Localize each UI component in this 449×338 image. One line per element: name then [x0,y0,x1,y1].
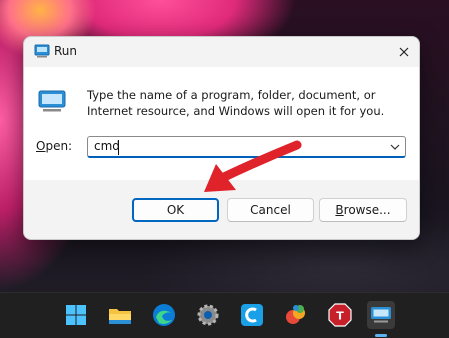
taskbar: T [0,292,449,338]
settings-icon[interactable] [194,301,222,329]
ok-button[interactable]: OK [132,198,219,222]
run-dialog: Run Type the name of a program, folder, … [23,36,420,240]
cancel-button[interactable]: Cancel [227,198,314,222]
open-input-value[interactable]: cmd [94,139,120,153]
ccleaner-icon[interactable] [238,301,266,329]
close-icon [399,47,409,57]
chevron-down-icon[interactable] [389,141,401,153]
open-combobox[interactable]: cmd [87,136,406,158]
file-explorer-icon[interactable] [106,301,134,329]
title-bar: Run [24,37,419,67]
windows-start-icon[interactable] [62,301,90,329]
active-app-indicator [375,334,387,337]
text-caret [118,140,119,155]
browse-button[interactable]: Browse... [319,198,407,222]
close-button[interactable] [393,41,415,63]
dialog-title: Run [54,44,78,58]
run-icon [34,44,50,58]
dialog-description: Type the name of a program, folder, docu… [87,88,385,118]
run-program-icon [38,90,66,112]
edge-icon[interactable] [150,301,178,329]
open-label: Open: [36,139,73,153]
svg-text:T: T [336,310,344,323]
stop-app-icon[interactable]: T [326,301,354,329]
run-app-icon[interactable] [367,301,395,329]
paint-app-icon[interactable] [282,301,310,329]
dialog-body: Type the name of a program, folder, docu… [24,67,419,180]
dialog-footer: OK Cancel Browse... [24,180,419,239]
